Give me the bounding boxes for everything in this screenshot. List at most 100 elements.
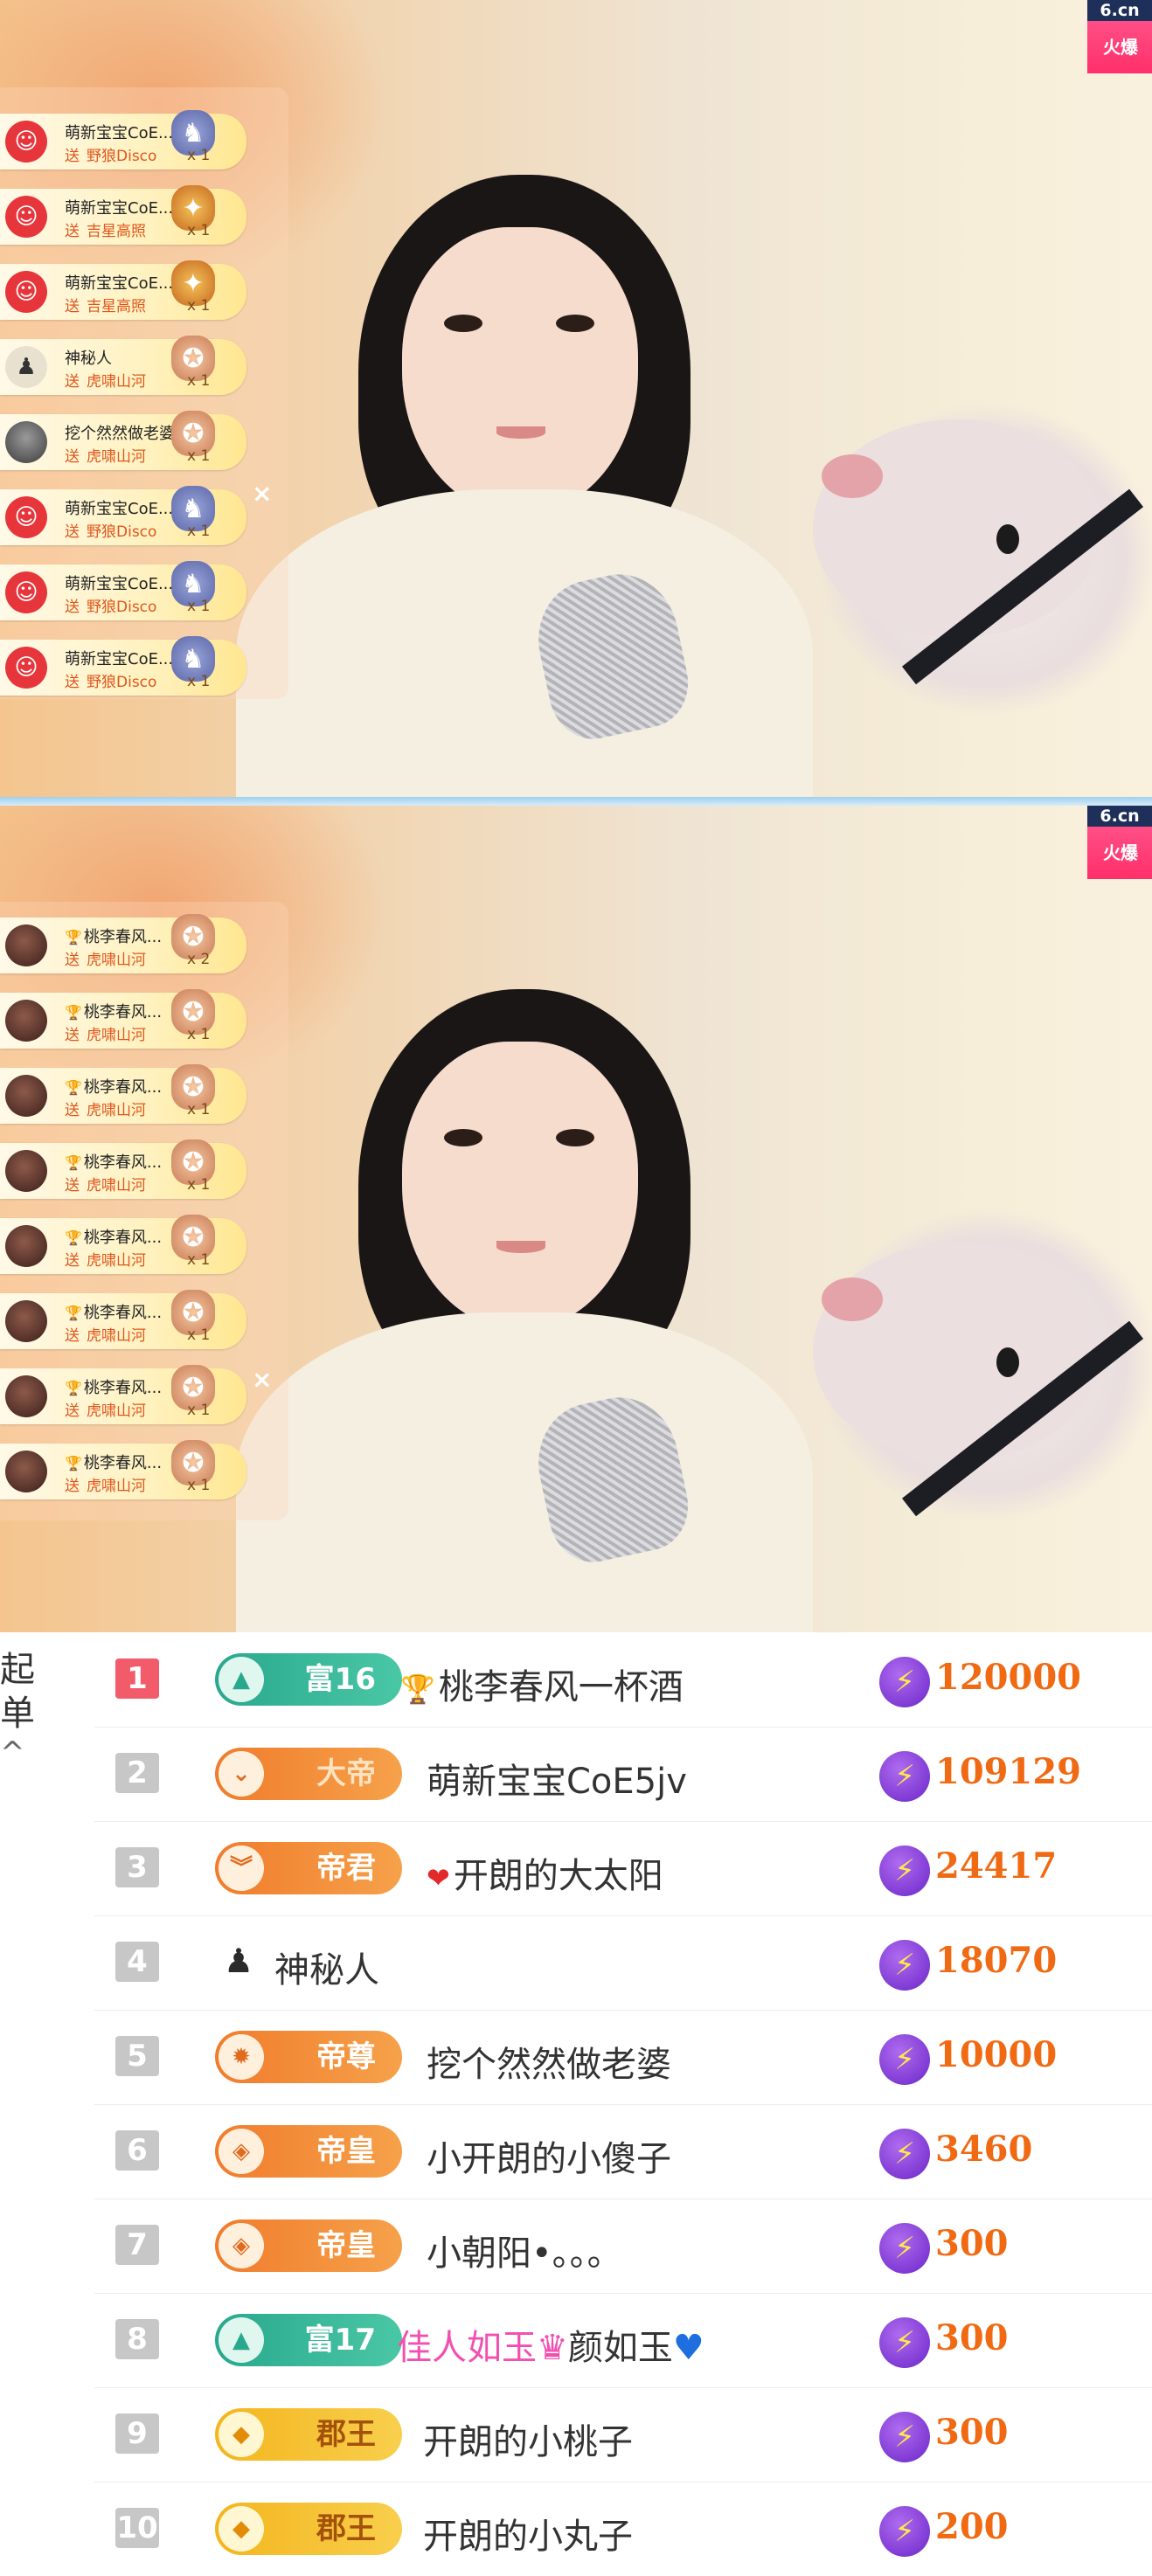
lightning-icon: ⚡: [879, 1845, 930, 1896]
noble-level-badge: ︾ 帝君: [215, 1842, 402, 1894]
lightning-icon: ⚡: [879, 1657, 930, 1707]
contribution-score: 3460: [935, 2129, 1033, 2170]
rank-number: 3: [115, 1847, 159, 1887]
gift-feed-panel: ☺ 萌新宝宝CoE... 送野狼Disco ♞ x 1 ☺ 萌新宝宝CoE...…: [0, 87, 288, 699]
gift-item: 挖个然然做老婆 送虎啸山河 ✪ x 1: [0, 411, 246, 470]
diamond-emblem-icon: ◆: [219, 2412, 264, 2457]
noble-level-badge: ⌄ 大帝: [215, 1748, 402, 1800]
avatar[interactable]: [5, 1075, 47, 1117]
user-name: 小开朗的小傻子: [427, 2139, 671, 2179]
avatar[interactable]: ☺: [5, 647, 47, 689]
rank-number: 4: [115, 1942, 159, 1982]
avatar[interactable]: [5, 421, 47, 463]
ranking-row[interactable]: 3 ︾ 帝君 ❤ 开朗的大太阳 ⚡ 24417: [94, 1821, 1152, 1916]
gift-item: 🏆 桃李春风... 送虎啸山河 ✪ x 1: [0, 1139, 246, 1199]
gift-item: ♟ 神秘人 送虎啸山河 ✪ x 1: [0, 336, 246, 395]
noble-level-badge: ✹ 帝尊: [215, 2031, 402, 2083]
user-name: 小朝阳•。。。: [427, 2233, 622, 2274]
double-chevron-emblem-icon: ︾: [219, 1845, 264, 1891]
gift-item: ☺ 萌新宝宝CoE... 送野狼Disco ♞ x 1: [0, 486, 246, 545]
platform-logo: 6.cn 火爆: [1087, 806, 1152, 879]
gift-item: ☺ 萌新宝宝CoE... 送野狼Disco ♞ x 1: [0, 561, 246, 620]
avatar[interactable]: ☺: [5, 196, 47, 238]
avatar[interactable]: [5, 924, 47, 966]
ranking-row[interactable]: 2 ⌄ 大帝 萌新宝宝CoE5jv ⚡ 109129: [94, 1727, 1152, 1822]
lightning-icon: ⚡: [879, 2317, 930, 2368]
user-name: 开朗的小丸子: [423, 2517, 633, 2557]
avatar[interactable]: [5, 1451, 47, 1492]
collapse-caret-icon[interactable]: ^: [0, 1735, 25, 1770]
lightning-icon: ⚡: [879, 2412, 930, 2462]
ranking-row[interactable]: 6 ◈ 帝皇 小开朗的小傻子 ⚡ 3460: [94, 2104, 1152, 2199]
noble-level-badge: ◈ 帝皇: [215, 2125, 402, 2178]
platform-logo: 6.cn 火爆: [1087, 0, 1152, 73]
gift-item: ☺ 萌新宝宝CoE... 送野狼Disco ♞ x 1: [0, 636, 246, 696]
trophy-icon: 🏆: [65, 1004, 82, 1021]
ranking-row[interactable]: 9 ◆ 郡王 开朗的小桃子 ⚡ 300: [94, 2387, 1152, 2483]
avatar[interactable]: ☺: [5, 571, 47, 613]
lightning-icon: ⚡: [879, 2223, 930, 2274]
trophy-icon: 🏆: [65, 1305, 82, 1321]
stream-divider: [0, 797, 1152, 806]
contribution-score: 18070: [935, 1940, 1058, 1981]
gift-item: 🏆 桃李春风... 送虎啸山河 ✪ x 1: [0, 1440, 246, 1499]
flame-emblem-icon: ✹: [219, 2034, 264, 2080]
ranking-row[interactable]: 4 ♟ 神秘人 ⚡ 18070: [94, 1915, 1152, 2011]
heart-icon: ❤: [427, 1861, 450, 1894]
ranking-row[interactable]: 7 ◈ 帝皇 小朝阳•。。。 ⚡ 300: [94, 2199, 1152, 2294]
stream-video-bottom[interactable]: 6.cn 火爆 🏆 桃李春风... 送虎啸山河 ✪ x 2 🏆 桃李春风... 送虎…: [0, 806, 1152, 1632]
wifi-emblem-icon: ◈: [219, 2129, 264, 2174]
avatar[interactable]: ☺: [5, 121, 47, 163]
mystery-avatar[interactable]: ♟: [5, 346, 47, 388]
wealth-level-badge: ▲ 富17: [215, 2314, 402, 2366]
plush-toy-background: [813, 1243, 1101, 1461]
avatar[interactable]: ☺: [5, 496, 47, 538]
close-gift-feed-button[interactable]: ×: [252, 479, 272, 508]
noble-level-badge: ◆ 郡王: [215, 2408, 402, 2461]
gift-item: 🏆 桃李春风... 送虎啸山河 ✪ x 1: [0, 1215, 246, 1274]
ranking-row[interactable]: 1 ▲ 富16 🏆 桃李春风一杯酒 ⚡ 120000: [94, 1632, 1152, 1728]
contribution-ranking: 起 单 ^ 1 ▲ 富16 🏆 桃李春风一杯酒 ⚡ 120000 2 ⌄ 大帝 萌新宝…: [0, 1632, 1152, 2564]
noble-level-badge: ◈ 帝皇: [215, 2219, 402, 2272]
trophy-icon: 🏆: [65, 1380, 82, 1396]
rank-number: 5: [115, 2036, 159, 2076]
stream-video-top[interactable]: 6.cn 火爆 ☺ 萌新宝宝CoE... 送野狼Disco ♞ x 1 ☺ 萌新…: [0, 0, 1152, 797]
contribution-score: 10000: [935, 2034, 1058, 2075]
rank-number: 6: [115, 2130, 159, 2171]
gift-item: ☺ 萌新宝宝CoE... 送吉星高照 ✦ x 1: [0, 260, 246, 320]
side-tab-label[interactable]: 起 单: [0, 1648, 35, 1735]
avatar[interactable]: [5, 1225, 47, 1267]
user-name: 挖个然然做老婆: [427, 2045, 671, 2085]
user-name: 开朗的小桃子: [423, 2422, 633, 2462]
gift-item: ☺ 萌新宝宝CoE... 送吉星高照 ✦ x 1: [0, 185, 246, 245]
lightning-icon: ⚡: [879, 2506, 930, 2557]
trophy-icon: 🏆: [65, 929, 82, 945]
gift-item: 🏆 桃李春风... 送虎啸山河 ✪ x 1: [0, 1064, 246, 1124]
user-name: 🏆 桃李春风一杯酒: [400, 1667, 684, 1707]
trophy-icon: 🏆: [65, 1455, 82, 1472]
rank-number: 2: [115, 1753, 159, 1793]
rank-number: 7: [115, 2225, 159, 2265]
avatar[interactable]: [5, 1150, 47, 1192]
blue-heart-icon: ♥: [672, 2328, 704, 2368]
contribution-score: 300: [935, 2317, 1009, 2358]
gift-item: 🏆 桃李春风... 送虎啸山河 ✪ x 1: [0, 1365, 246, 1424]
avatar[interactable]: ☺: [5, 271, 47, 313]
ranking-row[interactable]: 8 ▲ 富17 佳人如玉♛颜如玉♥ ⚡ 300: [94, 2293, 1152, 2388]
contribution-score: 120000: [935, 1657, 1081, 1698]
avatar[interactable]: [5, 1375, 47, 1417]
avatar[interactable]: [5, 1300, 47, 1342]
contribution-score: 300: [935, 2412, 1009, 2453]
noble-level-badge: ◆ 郡王: [215, 2503, 402, 2555]
ranking-row[interactable]: 5 ✹ 帝尊 挖个然然做老婆 ⚡ 10000: [94, 2010, 1152, 2105]
trophy-icon: 🏆: [65, 1229, 82, 1246]
ranking-row[interactable]: 10 ◆ 郡王 开朗的小丸子 ⚡ 200: [94, 2482, 1152, 2576]
close-gift-feed-button[interactable]: ×: [252, 1365, 272, 1394]
user-name: 神秘人: [274, 1950, 379, 1991]
gift-item: 🏆 桃李春风... 送虎啸山河 ✪ x 1: [0, 989, 246, 1049]
avatar[interactable]: [5, 1000, 47, 1042]
contribution-score: 200: [935, 2506, 1009, 2547]
diamond-emblem-icon: ◆: [219, 2506, 264, 2552]
rank-number: 10: [115, 2508, 159, 2548]
plush-toy-background: [813, 419, 1101, 638]
